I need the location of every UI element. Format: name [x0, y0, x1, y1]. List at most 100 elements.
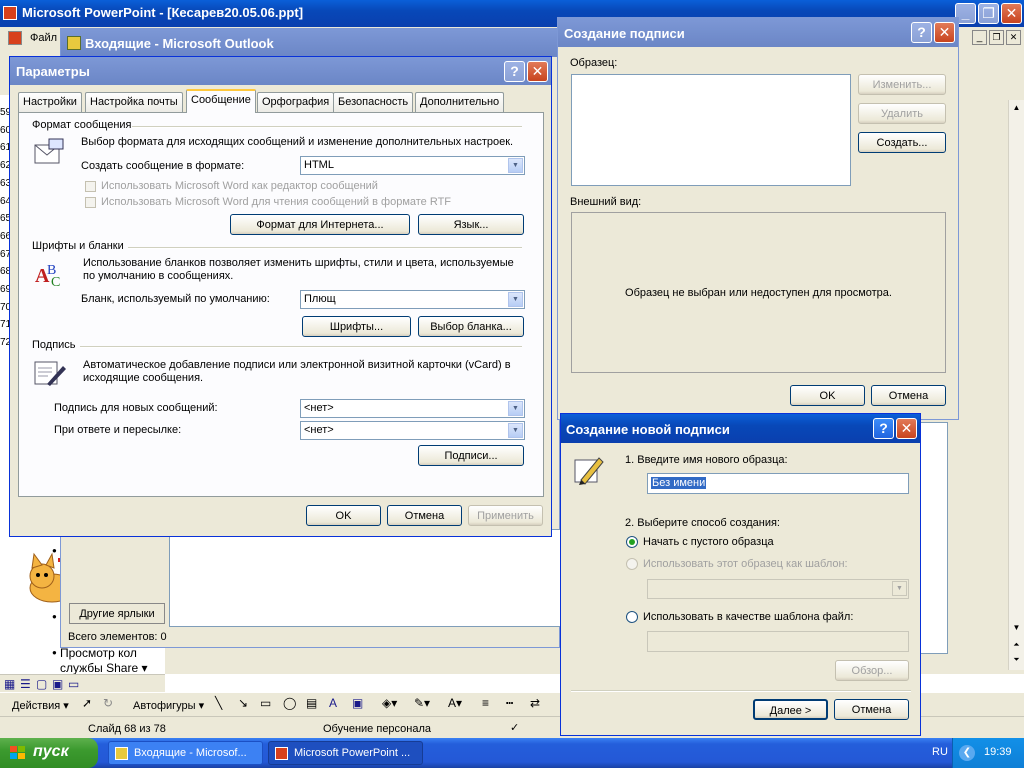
new-sig-cancel-button[interactable]: Отмена [834, 699, 909, 720]
language-button[interactable]: Язык... [418, 214, 524, 235]
signature-icon [33, 358, 67, 388]
signature-name-value: Без имени [651, 477, 707, 489]
doc-minimize-icon[interactable]: _ [972, 30, 987, 45]
help-icon[interactable]: ? [873, 418, 894, 439]
choose-stationery-button[interactable]: Выбор бланка... [418, 316, 524, 337]
clipart-icon[interactable]: ▣ [352, 696, 363, 710]
tab-security[interactable]: Безопасность [333, 92, 414, 112]
tab-mail-setup[interactable]: Настройка почты [85, 92, 183, 112]
tab-message[interactable]: Сообщение [186, 89, 256, 113]
fill-color-icon[interactable]: ◈▾ [382, 696, 397, 710]
close-icon[interactable]: ✕ [1001, 3, 1022, 24]
start-button[interactable]: пуск [0, 738, 98, 768]
clock: 19:39 [984, 746, 1012, 758]
close-icon[interactable]: ✕ [527, 61, 548, 82]
file-option-radio[interactable] [626, 611, 638, 623]
sig-new-select[interactable]: <нет> ▼ [300, 399, 525, 418]
word-rtf-checkbox[interactable] [85, 197, 96, 208]
tab-advanced[interactable]: Дополнительно [415, 92, 505, 112]
sig-reply-label: При ответе и пересылке: [54, 424, 182, 436]
line-color-icon[interactable]: ✎▾ [414, 696, 430, 710]
preview-message: Образец не выбран или недоступен для про… [625, 287, 892, 299]
language-indicator[interactable]: RU [932, 746, 948, 758]
status-slide: Слайд 68 из 78 [88, 723, 166, 735]
fonts-desc: Использование бланков позволяет изменить… [83, 257, 514, 282]
arrow-style-icon[interactable]: ⇄ [530, 696, 540, 710]
wordart-icon[interactable]: A [329, 696, 337, 710]
edit-signature-button[interactable]: Изменить... [858, 74, 946, 95]
rotate-icon[interactable]: ↻ [103, 696, 113, 710]
blank-option-label: Начать с пустого образца [643, 536, 774, 548]
fonts-button[interactable]: Шрифты... [302, 316, 411, 337]
draw-autoshapes-menu[interactable]: Автофигуры ▾ [133, 699, 204, 712]
select-arrow-icon[interactable]: ➚ [82, 696, 92, 710]
signature-name-input[interactable]: Без имени [647, 473, 909, 494]
sig-reply-select[interactable]: <нет> ▼ [300, 421, 525, 440]
tab-settings[interactable]: Настройки [18, 92, 82, 112]
create-signature-button[interactable]: Создать... [858, 132, 946, 153]
options-title: Параметры [16, 64, 90, 79]
outlook-status: Всего элементов: 0 [68, 631, 167, 643]
draw-actions-menu[interactable]: Действия ▾ [12, 699, 69, 712]
help-icon[interactable]: ? [911, 22, 932, 43]
create-sig-title: Создание подписи [564, 26, 685, 41]
doc-close-icon[interactable]: ✕ [1006, 30, 1021, 45]
restore-icon[interactable]: ❐ [978, 3, 999, 24]
slide-bullet-2: ● [52, 612, 57, 621]
format-select[interactable]: HTML ▼ [300, 156, 525, 175]
tray-chevron-icon[interactable]: ❮ [959, 745, 975, 761]
task-outlook[interactable]: Входящие - Microsof... [108, 741, 263, 765]
task-outlook-label: Входящие - Microsof... [134, 747, 247, 759]
format-desc: Выбор формата для исходящих сообщений и … [81, 136, 514, 148]
tab-spelling[interactable]: Орфография [257, 92, 335, 112]
menu-doc-icon [8, 31, 22, 45]
browse-button[interactable]: Обзор... [835, 660, 909, 681]
slide-bullet-1: ● [52, 546, 57, 555]
create-sig-title-bar: Создание подписи ? ✕ [558, 18, 958, 47]
textbox-icon[interactable]: ▤ [306, 696, 317, 710]
close-icon[interactable]: ✕ [896, 418, 917, 439]
doc-restore-icon[interactable]: ❐ [989, 30, 1004, 45]
font-color-icon[interactable]: A▾ [448, 696, 462, 710]
right-scrollbar[interactable]: ▲ ▼ ⏶ ⏷ [1008, 100, 1024, 670]
other-shortcuts-button[interactable]: Другие ярлыки [69, 603, 165, 624]
blank-option-radio[interactable] [626, 536, 638, 548]
sample-list[interactable] [571, 74, 851, 186]
create-sig-cancel-button[interactable]: Отмена [871, 385, 946, 406]
task-powerpoint[interactable]: Microsoft PowerPoint ... [268, 741, 423, 765]
normal-view-icon[interactable]: ▦ [4, 677, 15, 691]
template-option-radio[interactable] [626, 558, 638, 570]
dash-style-icon[interactable]: ┅ [506, 696, 513, 710]
word-editor-checkbox[interactable] [85, 181, 96, 192]
next-button[interactable]: Далее > [753, 699, 828, 720]
arrow-icon[interactable]: ↘ [238, 696, 248, 710]
template-select[interactable]: ▼ [647, 579, 909, 599]
format-label: Создать сообщение в формате: [81, 160, 245, 172]
menu-file[interactable]: Файл [30, 32, 57, 44]
create-sig-ok-button[interactable]: OK [790, 385, 865, 406]
ok-button[interactable]: OK [306, 505, 381, 526]
outline-view-icon[interactable]: ☰ [20, 677, 31, 691]
oval-icon[interactable]: ◯ [283, 696, 296, 710]
signatures-button[interactable]: Подписи... [418, 445, 524, 466]
close-icon[interactable]: ✕ [934, 22, 955, 43]
preview-area: Образец не выбран или недоступен для про… [571, 212, 946, 373]
sorter-view-icon[interactable]: ▣ [52, 677, 63, 691]
outlook-task-icon [115, 747, 128, 760]
new-sig-title: Создание новой подписи [566, 422, 730, 437]
delete-signature-button[interactable]: Удалить [858, 103, 946, 124]
line-style-icon[interactable]: ≡ [482, 696, 489, 710]
slide-view-icon[interactable]: ▢ [36, 677, 47, 691]
cancel-button[interactable]: Отмена [387, 505, 462, 526]
format-group-sep [132, 126, 522, 128]
line-icon[interactable]: ╲ [215, 696, 222, 710]
new-sig-separator [571, 690, 911, 692]
slide-bullet-text: Просмотр кол [60, 646, 137, 660]
internet-format-button[interactable]: Формат для Интернета... [230, 214, 410, 235]
apply-button[interactable]: Применить [468, 505, 543, 526]
help-icon[interactable]: ? [504, 61, 525, 82]
rectangle-icon[interactable]: ▭ [260, 696, 271, 710]
file-path-input[interactable] [647, 631, 909, 652]
stationery-select[interactable]: Плющ ▼ [300, 290, 525, 309]
show-view-icon[interactable]: ▭ [68, 677, 79, 691]
